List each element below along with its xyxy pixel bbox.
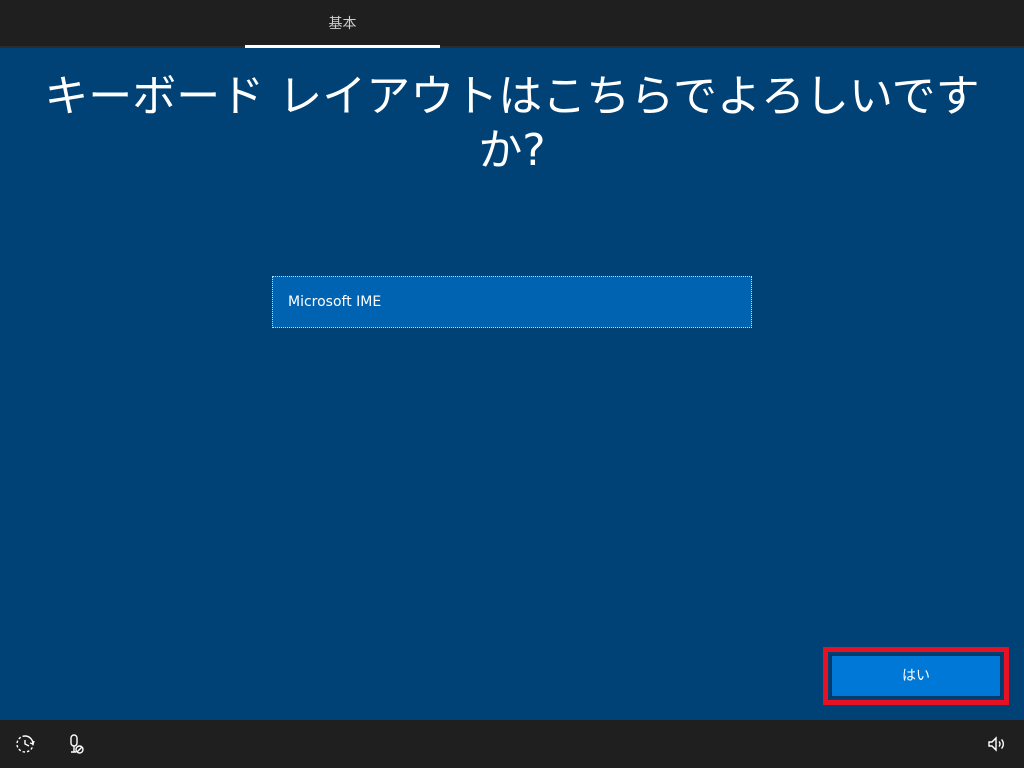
yes-button[interactable]: はい [830, 654, 1002, 698]
main-panel: キーボード レイアウトはこちらでよろしいですか? Microsoft IME は… [0, 48, 1024, 720]
bottom-bar [0, 720, 1024, 768]
microphone-icon[interactable] [63, 732, 87, 756]
volume-icon[interactable] [985, 732, 1009, 756]
tab-basics[interactable]: 基本 [245, 0, 440, 48]
keyboard-layout-list: Microsoft IME [272, 276, 752, 328]
top-bar [0, 0, 1024, 46]
ease-of-access-icon[interactable] [13, 732, 37, 756]
page-title: キーボード レイアウトはこちらでよろしいですか? [44, 71, 980, 176]
keyboard-layout-option[interactable]: Microsoft IME [272, 276, 752, 328]
